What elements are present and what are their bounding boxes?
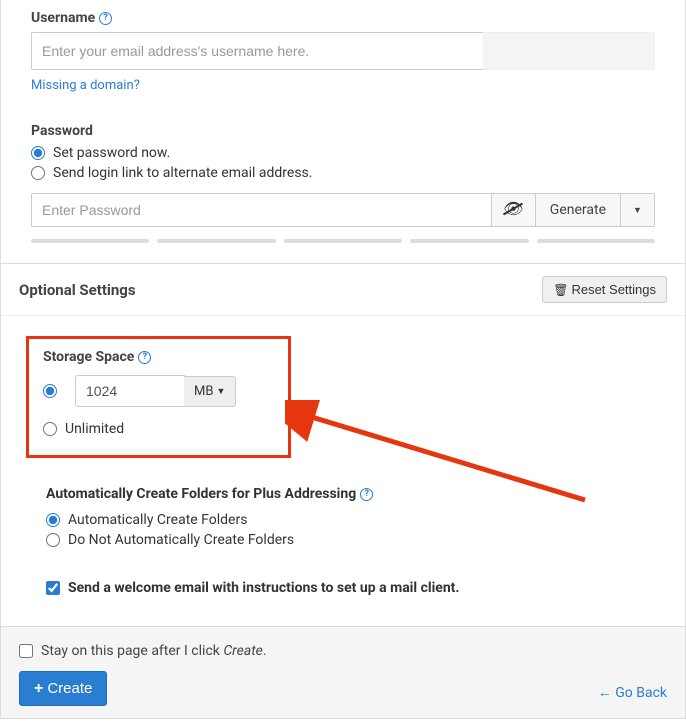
password-input[interactable] bbox=[31, 193, 492, 227]
password-option-now[interactable]: Set password now. bbox=[31, 145, 655, 161]
stay-prefix: Stay on this page after I click bbox=[41, 643, 223, 659]
generate-button[interactable]: Generate bbox=[536, 193, 621, 227]
stay-suffix: . bbox=[263, 643, 267, 659]
storage-unlimited-label: Unlimited bbox=[65, 421, 124, 437]
storage-highlight-box: Storage Space ? MB ▼ Unlimited bbox=[26, 336, 291, 458]
checkbox-stay-on-page[interactable] bbox=[19, 644, 33, 658]
plus-icon: + bbox=[34, 681, 43, 697]
password-strength-meter bbox=[31, 239, 655, 243]
strength-bar bbox=[284, 239, 402, 243]
trash-icon: 🗑 bbox=[553, 283, 568, 297]
optional-settings-heading: Optional Settings bbox=[19, 281, 136, 299]
strength-bar bbox=[410, 239, 528, 243]
go-back-label: Go Back bbox=[615, 685, 667, 701]
arrow-left-icon: ← bbox=[598, 685, 612, 701]
reset-settings-button[interactable]: 🗑 Reset Settings bbox=[542, 276, 667, 303]
strength-bar bbox=[537, 239, 655, 243]
welcome-email-option[interactable]: Send a welcome email with instructions t… bbox=[46, 580, 655, 596]
optional-settings-body: Storage Space ? MB ▼ Unlimited Automatic… bbox=[1, 315, 685, 626]
radio-storage-unlimited[interactable] bbox=[43, 422, 57, 436]
password-label-text: Password bbox=[31, 123, 93, 139]
plus-auto-option[interactable]: Automatically Create Folders bbox=[46, 512, 655, 528]
create-button-label: Create bbox=[47, 680, 92, 697]
password-option-link-label: Send login link to alternate email addre… bbox=[53, 165, 312, 181]
eye-slash-icon bbox=[503, 203, 523, 217]
domain-suffix-box bbox=[483, 32, 655, 70]
radio-send-link[interactable] bbox=[31, 166, 45, 180]
password-option-link[interactable]: Send login link to alternate email addre… bbox=[31, 165, 655, 181]
footer-section: Stay on this page after I click Create. … bbox=[1, 626, 685, 718]
password-label: Password bbox=[31, 123, 655, 139]
radio-plus-auto[interactable] bbox=[46, 513, 60, 527]
strength-bar bbox=[157, 239, 275, 243]
password-option-now-label: Set password now. bbox=[53, 145, 170, 161]
welcome-email-label: Send a welcome email with instructions t… bbox=[68, 580, 459, 596]
missing-domain-link[interactable]: Missing a domain? bbox=[31, 78, 140, 93]
strength-bar bbox=[31, 239, 149, 243]
checkbox-welcome-email[interactable] bbox=[46, 581, 60, 595]
password-section: Password Set password now. Send login li… bbox=[1, 113, 685, 263]
reset-settings-label: Reset Settings bbox=[571, 282, 656, 297]
plus-auto-label: Automatically Create Folders bbox=[68, 512, 247, 528]
help-icon[interactable]: ? bbox=[360, 488, 373, 501]
radio-storage-limited[interactable] bbox=[43, 384, 57, 398]
optional-settings-header: Optional Settings 🗑 Reset Settings bbox=[1, 263, 685, 315]
chevron-down-icon: ▼ bbox=[216, 386, 225, 397]
help-icon[interactable]: ? bbox=[99, 12, 112, 25]
stay-on-page-label: Stay on this page after I click Create. bbox=[41, 643, 267, 659]
storage-value-input[interactable] bbox=[75, 375, 185, 407]
go-back-link[interactable]: ← Go Back bbox=[598, 684, 667, 701]
username-label-text: Username bbox=[31, 10, 95, 26]
radio-set-now[interactable] bbox=[31, 146, 45, 160]
stay-em: Create bbox=[223, 643, 263, 659]
chevron-down-icon: ▼ bbox=[633, 205, 642, 216]
username-section: Username ? Missing a domain? bbox=[1, 0, 685, 113]
stay-on-page-option[interactable]: Stay on this page after I click Create. bbox=[19, 639, 667, 671]
storage-unit-button[interactable]: MB ▼ bbox=[184, 376, 236, 407]
storage-unlimited-option[interactable]: Unlimited bbox=[43, 421, 274, 437]
username-label: Username ? bbox=[31, 10, 655, 26]
storage-unit-label: MB bbox=[194, 384, 213, 399]
plus-no-auto-label: Do Not Automatically Create Folders bbox=[68, 532, 294, 548]
plus-no-auto-option[interactable]: Do Not Automatically Create Folders bbox=[46, 532, 655, 548]
storage-label-text: Storage Space bbox=[43, 349, 134, 365]
plus-addressing-label: Automatically Create Folders for Plus Ad… bbox=[46, 486, 655, 502]
toggle-visibility-button[interactable] bbox=[492, 193, 536, 227]
storage-label: Storage Space ? bbox=[43, 349, 274, 365]
generate-dropdown-button[interactable]: ▼ bbox=[621, 193, 655, 227]
help-icon[interactable]: ? bbox=[138, 351, 151, 364]
plus-addressing-text: Automatically Create Folders for Plus Ad… bbox=[46, 486, 356, 502]
create-button[interactable]: + Create bbox=[19, 671, 107, 706]
radio-plus-no-auto[interactable] bbox=[46, 533, 60, 547]
username-input[interactable] bbox=[31, 32, 484, 70]
